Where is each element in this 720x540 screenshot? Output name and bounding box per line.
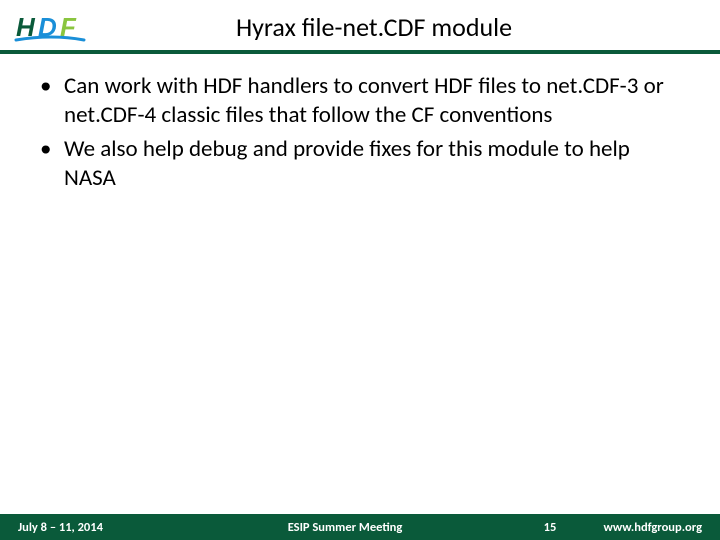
list-item: We also help debug and provide fixes for… [36, 135, 684, 194]
footer-url: www.hdfgroup.org [580, 520, 720, 535]
footer-event: ESIP Summer Meeting [170, 520, 520, 535]
footer-page-number: 15 [520, 520, 580, 535]
slide-header: H D F Hyrax file-net.CDF module [0, 0, 720, 48]
hdf-logo: H D F [14, 10, 90, 44]
slide-content: Can work with HDF handlers to convert HD… [0, 54, 720, 194]
bullet-list: Can work with HDF handlers to convert HD… [36, 72, 684, 194]
list-item: Can work with HDF handlers to convert HD… [36, 72, 684, 131]
slide-title: Hyrax file-net.CDF module [102, 11, 706, 43]
slide-footer: July 8 – 11, 2014 ESIP Summer Meeting 15… [0, 514, 720, 540]
footer-date: July 8 – 11, 2014 [0, 520, 170, 535]
